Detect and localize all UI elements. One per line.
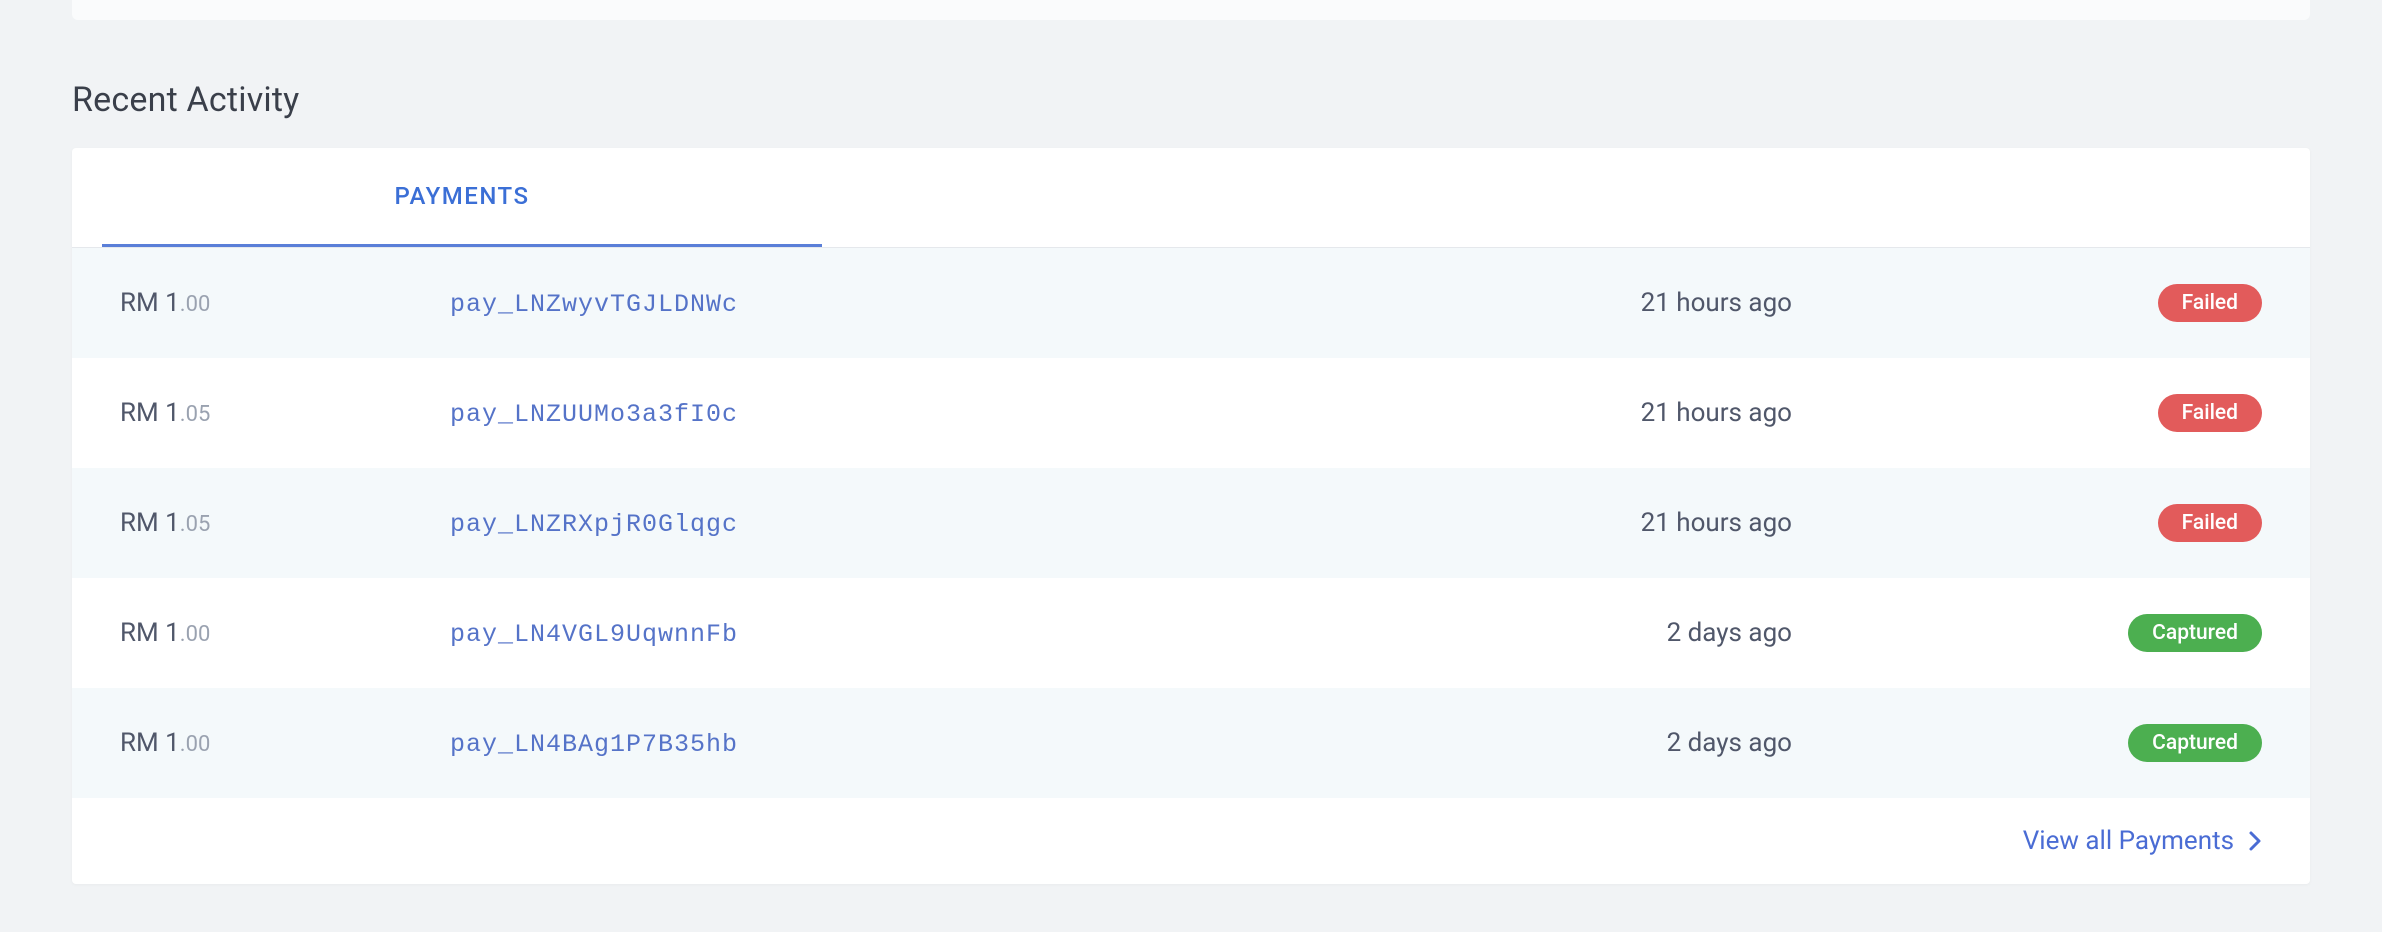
amount-cell: RM 1.05 (120, 508, 450, 538)
payment-id-link[interactable]: pay_LN4VGL9UqwnnFb (450, 620, 738, 649)
status-badge: Captured (2128, 614, 2262, 652)
amount-cell: RM 1.00 (120, 618, 450, 648)
amount-whole: RM 1 (120, 618, 180, 648)
payment-id-link[interactable]: pay_LNZUUMo3a3fI0c (450, 400, 738, 429)
status-cell: Failed (2092, 504, 2262, 542)
time-cell: 2 days ago (1170, 728, 2092, 758)
payment-id-cell: pay_LNZwyvTGJLDNWc (450, 288, 1170, 319)
time-cell: 21 hours ago (1170, 508, 2092, 538)
top-bar-strip (72, 0, 2310, 20)
tab-payments[interactable]: PAYMENTS (102, 148, 822, 247)
amount-whole: RM 1 (120, 728, 180, 758)
status-badge: Failed (2158, 504, 2262, 542)
time-cell: 21 hours ago (1170, 398, 2092, 428)
amount-cell: RM 1.00 (120, 288, 450, 318)
payment-id-cell: pay_LNZRXpjR0Glqgc (450, 508, 1170, 539)
status-cell: Captured (2092, 724, 2262, 762)
amount-cents: .00 (180, 732, 211, 757)
table-row: RM 1.00pay_LN4BAg1P7B35hb2 days agoCaptu… (72, 688, 2310, 798)
time-cell: 2 days ago (1170, 618, 2092, 648)
tab-bar: PAYMENTS (72, 148, 2310, 248)
payment-id-link[interactable]: pay_LNZRXpjR0Glqgc (450, 510, 738, 539)
view-all-payments-link[interactable]: View all Payments (2023, 826, 2234, 856)
payment-id-cell: pay_LNZUUMo3a3fI0c (450, 398, 1170, 429)
payment-id-link[interactable]: pay_LNZwyvTGJLDNWc (450, 290, 738, 319)
table-row: RM 1.05pay_LNZRXpjR0Glqgc21 hours agoFai… (72, 468, 2310, 578)
status-badge: Captured (2128, 724, 2262, 762)
activity-card: PAYMENTS RM 1.00pay_LNZwyvTGJLDNWc21 hou… (72, 148, 2310, 884)
status-cell: Failed (2092, 284, 2262, 322)
amount-cell: RM 1.00 (120, 728, 450, 758)
table-row: RM 1.05pay_LNZUUMo3a3fI0c21 hours agoFai… (72, 358, 2310, 468)
amount-cents: .05 (180, 402, 211, 427)
status-badge: Failed (2158, 284, 2262, 322)
amount-cents: .05 (180, 512, 211, 537)
amount-whole: RM 1 (120, 398, 180, 428)
time-cell: 21 hours ago (1170, 288, 2092, 318)
payment-id-cell: pay_LN4VGL9UqwnnFb (450, 618, 1170, 649)
view-all-footer: View all Payments (72, 798, 2310, 884)
payment-id-link[interactable]: pay_LN4BAg1P7B35hb (450, 730, 738, 759)
amount-whole: RM 1 (120, 508, 180, 538)
amount-cell: RM 1.05 (120, 398, 450, 428)
status-cell: Failed (2092, 394, 2262, 432)
amount-cents: .00 (180, 292, 211, 317)
section-title: Recent Activity (72, 80, 2310, 120)
status-badge: Failed (2158, 394, 2262, 432)
chevron-right-icon (2248, 830, 2262, 852)
table-row: RM 1.00pay_LNZwyvTGJLDNWc21 hours agoFai… (72, 248, 2310, 358)
payment-id-cell: pay_LN4BAg1P7B35hb (450, 728, 1170, 759)
table-row: RM 1.00pay_LN4VGL9UqwnnFb2 days agoCaptu… (72, 578, 2310, 688)
amount-whole: RM 1 (120, 288, 180, 318)
amount-cents: .00 (180, 622, 211, 647)
status-cell: Captured (2092, 614, 2262, 652)
payment-rows: RM 1.00pay_LNZwyvTGJLDNWc21 hours agoFai… (72, 248, 2310, 798)
